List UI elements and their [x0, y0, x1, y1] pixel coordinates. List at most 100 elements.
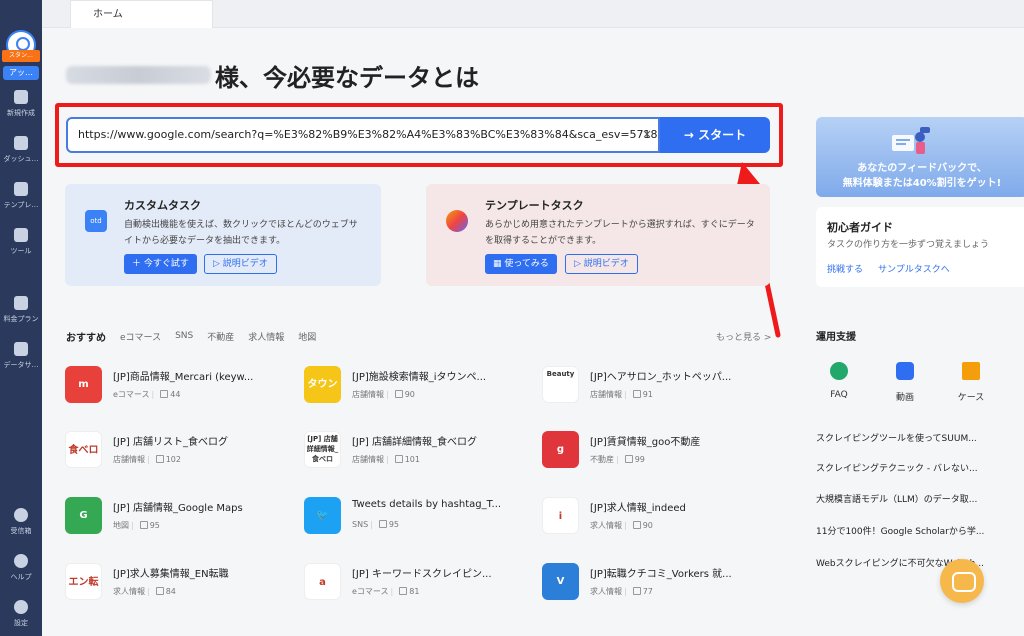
tab-home[interactable]: ホーム — [70, 0, 213, 28]
template-card[interactable]: [JP] 店舗詳細情報_食べロ [JP] 店舗詳細情報_食べログ 店舗情報 | 101 — [304, 431, 504, 471]
template-logo-icon: [JP] 店舗詳細情報_食べロ — [304, 431, 341, 468]
template-likes: 90 — [642, 521, 653, 530]
template-card[interactable]: V [JP]転職クチコミ_Vorkers 就... 求人情報 | 77 — [542, 563, 742, 603]
template-card[interactable]: a [JP] キーワードスクレイピン... eコマース | 81 — [304, 563, 504, 603]
tab-recommend[interactable]: おすすめ — [66, 329, 106, 344]
template-shapes-icon — [446, 210, 468, 232]
template-card[interactable]: m [JP]商品情報_Mercari (keyw... eコマース | 44 — [65, 366, 265, 406]
use-template-button[interactable]: ▦ 使ってみる — [485, 254, 557, 274]
sidebar-item-data-service[interactable]: データサ… — [0, 340, 42, 380]
case-button[interactable]: ケース — [951, 362, 991, 403]
template-meta: 店舗情報 | 90 — [352, 389, 415, 400]
template-card[interactable]: 食べログ [JP] 店舗リスト_食べログ店舗情報| 102 — [65, 431, 265, 471]
sidebar-item-pricing[interactable]: 料金プラン — [0, 294, 42, 334]
template-video-button[interactable]: ▷ 説明ビデオ — [565, 254, 638, 274]
template-meta: 店舗情報 | 101 — [352, 454, 420, 465]
thumbs-up-icon — [394, 390, 403, 398]
template-category: 不動産 — [590, 455, 614, 464]
template-logo-icon: Beauty — [542, 366, 579, 403]
sidebar-item-label: ヘルプ — [10, 573, 32, 581]
template-likes: 84 — [165, 587, 176, 596]
page-title-text: 様、今必要なデータとは — [215, 63, 479, 92]
template-card[interactable]: G [JP] 店舗情報_Google Maps 地図 | 95 — [65, 497, 265, 537]
start-button[interactable]: → スタート — [660, 117, 770, 153]
support-article-link[interactable]: 11分で100件！Google Scholarから学... — [816, 524, 996, 537]
tab-real-estate[interactable]: 不動産 — [207, 330, 234, 343]
feedback-promo-banner[interactable]: あなたのフィードバックで、 無料体験または40%割引をゲット! — [816, 117, 1024, 197]
sidebar-item-inbox[interactable]: 受信箱 — [0, 506, 42, 546]
template-logo-icon: a — [304, 563, 341, 600]
thumbs-up-icon — [624, 455, 633, 463]
clear-icon[interactable]: × — [638, 124, 656, 144]
meta-separator: | — [386, 390, 389, 399]
support-article-link[interactable]: スクレイピングツールを使ってSUUM... — [816, 431, 996, 444]
promo-line-2: 無料体験または40%割引をゲット! — [842, 178, 1002, 189]
see-more-link[interactable]: もっと見る > — [716, 330, 771, 343]
template-likes: 77 — [642, 587, 653, 596]
sidebar-item-templates[interactable]: テンプレ… — [0, 180, 42, 220]
chat-icon[interactable] — [940, 559, 984, 603]
tab-ecommerce[interactable]: eコマース — [120, 330, 161, 343]
sidebar-item-label: 料金プラン — [3, 315, 39, 323]
video-label: 動画 — [895, 393, 914, 403]
template-meta: 地図 | 95 — [113, 520, 160, 531]
custom-task-desc: 自動検出機能を使えば、数クリックでほとんどのウェブサイトから必要なデータを抽出で… — [124, 220, 358, 246]
thumbs-up-icon — [399, 587, 408, 595]
sidebar-item-tools[interactable]: ツール — [0, 226, 42, 266]
template-card[interactable]: g [JP]賃貸情報_goo不動産 不動産 | 99 — [542, 431, 742, 471]
crown-icon — [14, 296, 28, 310]
template-title: [JP]転職クチコミ_Vorkers 就... — [590, 569, 732, 580]
faq-button[interactable]: FAQ — [819, 362, 859, 400]
template-likes: 102 — [165, 455, 181, 464]
template-likes: 91 — [642, 390, 653, 399]
template-meta: 店舗情報 | 102 — [113, 454, 181, 465]
sidebar-item-new[interactable]: 新規作成 — [0, 88, 42, 128]
app-badge[interactable]: アッ… — [3, 66, 39, 80]
sidebar-item-settings[interactable]: 設定 — [0, 598, 42, 636]
template-title: [JP]求人情報_indeed — [590, 503, 686, 514]
support-article-link[interactable]: スクレイピングテクニック - バレない... — [816, 461, 996, 474]
template-task-desc: あらかじめ用意されたテンプレートから選択すれば、すぐにデータを取得することができ… — [485, 220, 755, 246]
tab-bar: ホーム — [42, 0, 1024, 28]
category-tabs: おすすめ eコマース SNS 不動産 求人情報 地図 — [66, 328, 330, 344]
faq-label: FAQ — [830, 390, 848, 400]
sidebar-item-dashboard[interactable]: ダッシュ… — [0, 134, 42, 174]
template-card[interactable]: Beauty [JP]ヘアサロン_ホットペッパ... 店舗情報 | 91 — [542, 366, 742, 406]
meta-separator: | — [131, 521, 134, 530]
support-article-link[interactable]: 大規模言語モデル（LLM）のデータ取... — [816, 492, 996, 505]
meta-separator: | — [390, 587, 394, 596]
plan-badge[interactable]: スタン… — [2, 50, 40, 62]
sidebar-item-label: 受信箱 — [10, 527, 32, 535]
feedback-illustration-icon — [892, 127, 930, 154]
url-input[interactable]: https://www.google.com/search?q=%E3%82%B… — [66, 117, 660, 153]
tab-sns[interactable]: SNS — [175, 331, 193, 341]
template-title: [JP] 店舗情報_Google Maps — [113, 503, 243, 514]
template-card[interactable]: i [JP]求人情報_indeed 求人情報 | 90 — [542, 497, 742, 537]
template-title: [JP]賃貸情報_goo不動産 — [590, 437, 701, 448]
template-card[interactable]: タウン [JP]施設検索情報_iタウンペ... 店舗情報 | 90 — [304, 366, 504, 406]
custom-video-button[interactable]: ▷ 説明ビデオ — [204, 254, 277, 274]
faq-icon — [830, 362, 848, 380]
template-card[interactable]: エン転職 [JP]求人募集情報_EN転職求人情報| 84 — [65, 563, 265, 603]
sample-task-link[interactable]: サンプルタスクへ — [878, 262, 950, 275]
bell-icon — [14, 508, 28, 522]
sidebar-item-help[interactable]: ヘルプ — [0, 552, 42, 592]
tab-jobs[interactable]: 求人情報 — [248, 330, 284, 343]
thumbs-up-icon — [139, 521, 148, 529]
thumbs-up-icon — [378, 520, 387, 528]
try-now-button[interactable]: ＋ 今すぐ試す — [124, 254, 197, 274]
template-card[interactable]: 🐦 Tweets details by hashtag_T... SNS | 95 — [304, 497, 504, 537]
template-logo-icon: m — [65, 366, 102, 403]
video-button[interactable]: 動画 — [885, 362, 925, 403]
meta-separator: | — [151, 390, 155, 399]
guide-title: 初心者ガイド — [827, 221, 893, 234]
challenge-link[interactable]: 挑戦する — [827, 262, 863, 275]
thumbs-up-icon — [394, 455, 403, 463]
template-category: 地図 — [113, 521, 129, 530]
custom-task-card: otd カスタムタスク 自動検出機能を使えば、数クリックでほとんどのウェブサイト… — [65, 184, 381, 286]
blurred-username — [66, 66, 211, 84]
support-title: 運用支援 — [816, 332, 856, 343]
tab-map[interactable]: 地図 — [298, 330, 316, 343]
template-meta: SNS | 95 — [352, 520, 399, 529]
template-likes: 90 — [404, 390, 415, 399]
